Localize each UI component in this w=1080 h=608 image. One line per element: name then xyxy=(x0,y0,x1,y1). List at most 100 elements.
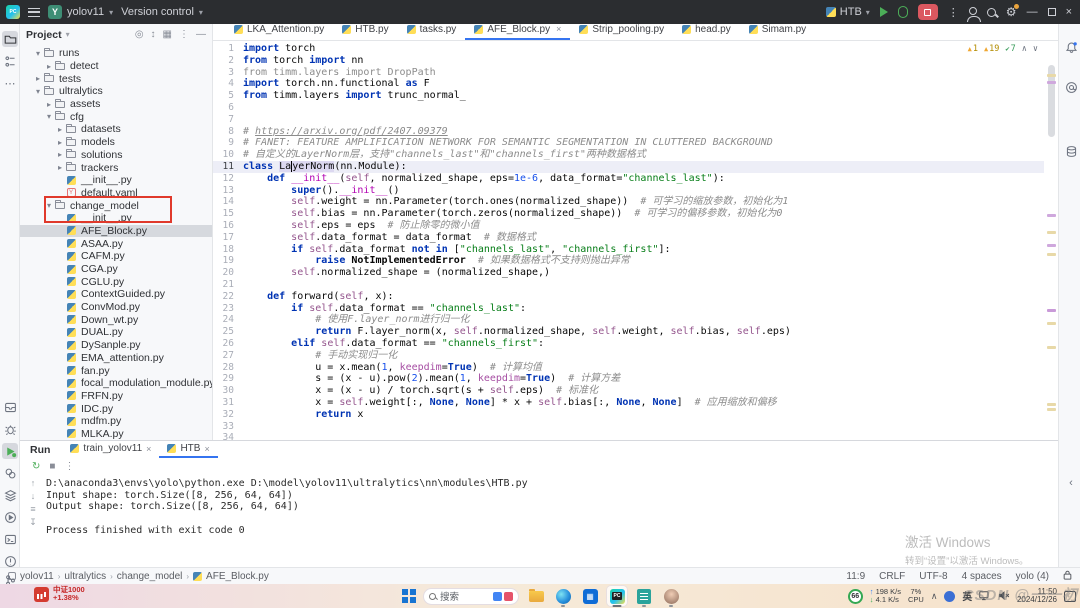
tree-item-dysanple-py[interactable]: DySanple.py xyxy=(20,339,212,352)
pycharm-logo-icon[interactable]: PC xyxy=(6,5,20,19)
python-packages-tool-icon[interactable] xyxy=(2,465,18,481)
code-line[interactable]: 27 # 手动实现归一化 xyxy=(213,350,1044,362)
tree-item-idc-py[interactable]: IDC.py xyxy=(20,402,212,415)
chevron-right-icon[interactable]: ▸ xyxy=(55,150,65,159)
code-line[interactable]: 2from torch import nn xyxy=(213,55,1044,67)
status-item[interactable]: CRLF xyxy=(879,571,905,582)
tree-item-cfg[interactable]: ▾cfg xyxy=(20,110,212,123)
tree-item-cafm-py[interactable]: CAFM.py xyxy=(20,250,212,263)
tree-item-focal-modulation-module-py[interactable]: focal_modulation_module.py xyxy=(20,377,212,390)
run-tab[interactable]: HTB× xyxy=(159,441,217,458)
code-line[interactable]: 25 return F.layer_norm(x, self.normalize… xyxy=(213,326,1044,338)
editor-tab[interactable]: Simam.py xyxy=(740,23,815,40)
next-problem-icon[interactable]: ∨ xyxy=(1033,44,1038,54)
editor-tab[interactable]: HTB.py xyxy=(333,23,397,40)
lock-icon[interactable] xyxy=(1063,570,1072,583)
code-line[interactable]: 24 # 使用F.layer_norm进行归一化 xyxy=(213,314,1044,326)
chevron-right-icon[interactable]: ▸ xyxy=(55,163,65,172)
problems-tool-icon[interactable] xyxy=(2,553,18,569)
editor-tab[interactable]: head.py xyxy=(673,23,740,40)
scroll-up-icon[interactable]: ↑ xyxy=(31,478,36,488)
scroll-end-icon[interactable]: ↧ xyxy=(29,517,37,528)
tree-item-change-model[interactable]: ▾change_model xyxy=(20,199,212,212)
tree-item--init-py[interactable]: __init__.py xyxy=(20,174,212,187)
code-line[interactable]: 16 self.eps = eps # 防止除零的微小值 xyxy=(213,220,1044,232)
code-line[interactable]: 4import torch.nn.functional as F xyxy=(213,78,1044,90)
code-line[interactable]: 5from timm.layers import trunc_normal_ xyxy=(213,90,1044,102)
line-number[interactable]: 33 xyxy=(213,421,243,433)
line-number[interactable]: 20 xyxy=(213,267,243,279)
editor-tab[interactable]: LKA_Attention.py xyxy=(225,23,333,40)
editor-scrollbar[interactable] xyxy=(1045,41,1058,440)
warning-count-a[interactable]: 1 xyxy=(968,44,978,54)
notifications-bell-icon[interactable] xyxy=(1063,39,1079,55)
line-number[interactable]: 26 xyxy=(213,338,243,350)
ime-indicator[interactable]: 英 xyxy=(962,589,972,603)
database-tool-icon[interactable] xyxy=(1063,143,1079,159)
line-number[interactable]: 5 xyxy=(213,90,243,102)
settings-gear-icon[interactable]: ⚙ xyxy=(1006,5,1017,19)
run-panel-title[interactable]: Run xyxy=(30,444,50,456)
contact-app-icon[interactable] xyxy=(661,586,681,606)
status-item[interactable]: yolo (4) xyxy=(1016,571,1049,582)
breadcrumb-item[interactable]: AFE_Block.py xyxy=(206,571,269,582)
inspections-widget[interactable]: 1 19 7 ∧ ∨ xyxy=(968,44,1038,54)
code-line[interactable]: 33 xyxy=(213,421,1044,433)
line-number[interactable]: 8 xyxy=(213,126,243,138)
line-number[interactable]: 19 xyxy=(213,255,243,267)
locate-file-icon[interactable]: ◎ xyxy=(135,29,144,40)
tree-item-cga-py[interactable]: CGA.py xyxy=(20,263,212,276)
tree-item--init-py[interactable]: __init__.py xyxy=(20,212,212,225)
stop-button[interactable] xyxy=(918,4,938,20)
chevron-right-icon[interactable]: ▸ xyxy=(33,74,43,83)
hide-panel-icon[interactable]: — xyxy=(196,29,206,40)
tree-item-frfn-py[interactable]: FRFN.py xyxy=(20,390,212,403)
close-tab-icon[interactable]: × xyxy=(204,444,209,454)
breadcrumb-item[interactable]: yolov11 xyxy=(20,571,54,582)
tree-item-solutions[interactable]: ▸solutions xyxy=(20,149,212,162)
code-line[interactable]: 6 xyxy=(213,102,1044,114)
status-item[interactable]: 11:9 xyxy=(846,571,865,582)
main-menu-icon[interactable] xyxy=(28,8,40,17)
line-number[interactable]: 18 xyxy=(213,244,243,256)
chevron-down-icon[interactable]: ▾ xyxy=(44,201,54,210)
code-line[interactable]: 22 def forward(self, x): xyxy=(213,291,1044,303)
volume-muted-icon[interactable] xyxy=(998,590,1010,603)
chevron-down-icon[interactable]: ▾ xyxy=(33,49,43,58)
code-editor[interactable]: 1import torch2from torch import nn3from … xyxy=(213,41,1058,440)
line-number[interactable]: 10 xyxy=(213,149,243,161)
file-explorer-app-icon[interactable] xyxy=(526,586,546,606)
profiler-tool-icon[interactable] xyxy=(2,509,18,525)
edge-app-icon[interactable] xyxy=(553,586,573,606)
monitor-score-badge[interactable]: 66 xyxy=(848,589,863,604)
line-number[interactable]: 14 xyxy=(213,196,243,208)
tree-item-runs[interactable]: ▾runs xyxy=(20,47,212,60)
soft-wrap-icon[interactable]: ≡ xyxy=(30,504,35,514)
code-line[interactable]: 8# https://arxiv.org/pdf/2407.09379 xyxy=(213,126,1044,138)
code-line[interactable]: 31 x = self.weight[:, None, None] * x + … xyxy=(213,397,1044,409)
notification-center-icon[interactable] xyxy=(1064,591,1076,602)
editor-tab[interactable]: Strip_pooling.py xyxy=(570,23,673,40)
editor-tab[interactable]: tasks.py xyxy=(398,23,466,40)
warning-count-b[interactable]: 19 xyxy=(984,44,999,54)
code-line[interactable]: 29 s = (x - u).pow(2).mean(1, keepdim=Tr… xyxy=(213,373,1044,385)
line-number[interactable]: 21 xyxy=(213,279,243,291)
line-number[interactable]: 30 xyxy=(213,385,243,397)
project-widget[interactable]: Y yolov11 ▾ xyxy=(48,5,113,19)
run-tab[interactable]: train_yolov11× xyxy=(62,441,159,458)
taskbar-search-input[interactable]: 搜索 xyxy=(423,588,519,605)
line-number[interactable]: 34 xyxy=(213,432,243,440)
close-button[interactable]: × xyxy=(1066,6,1072,18)
tree-item-ultralytics[interactable]: ▾ultralytics xyxy=(20,85,212,98)
line-number[interactable]: 28 xyxy=(213,362,243,374)
ai-assistant-icon[interactable] xyxy=(1063,79,1079,95)
code-line[interactable]: 23 if self.data_format == "channels_last… xyxy=(213,303,1044,315)
code-line[interactable]: 14 self.weight = nn.Parameter(torch.ones… xyxy=(213,196,1044,208)
line-number[interactable]: 7 xyxy=(213,114,243,126)
line-number[interactable]: 12 xyxy=(213,173,243,185)
line-number[interactable]: 27 xyxy=(213,350,243,362)
code-line[interactable]: 12 def __init__(self, normalized_shape, … xyxy=(213,173,1044,185)
tree-item-fan-py[interactable]: fan.py xyxy=(20,364,212,377)
project-panel-title[interactable]: Project xyxy=(26,29,62,41)
line-number[interactable]: 22 xyxy=(213,291,243,303)
